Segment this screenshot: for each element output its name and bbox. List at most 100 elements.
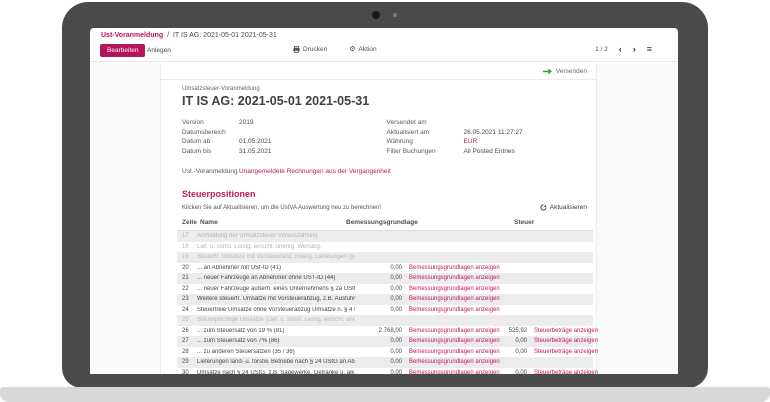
positions-table-body: 17Anmeldung der Umsatzsteuer Vorauszahlu… — [177, 231, 593, 374]
card-body: Umsatzsteuer-Voranmeldung IT IS AG: 2021… — [161, 80, 596, 374]
base-amounts-link[interactable]: Bemessungsgrundlagen anzeigen — [402, 359, 487, 365]
tax-amounts-link[interactable]: Steuerbeträge anzeigen — [527, 328, 593, 334]
breadcrumb: Ust-Voranmeldung / IT IS AG: 2021-05-01 … — [101, 32, 277, 39]
create-button[interactable]: Anlegen — [147, 47, 171, 54]
refresh-hint: Klicken Sie auf Aktualisieren, um die Us… — [182, 205, 381, 211]
app-header: Ust-Voranmeldung / IT IS AG: 2021-05-01 … — [90, 28, 678, 62]
row-name: Steuerfreie Umsätze ohne Vorsteuerabzug … — [197, 307, 355, 313]
field-aktualisiert-am: Aktualisiert am 26.05.2021 11:27:27 — [387, 128, 592, 138]
field-label: Versendet am — [387, 118, 464, 128]
breadcrumb-section[interactable]: Ust-Voranmeldung — [101, 32, 163, 39]
currency-link[interactable]: EUR — [464, 137, 478, 147]
row-name: Umsätze nach § 24 UStG, z.B. Sägewerke, … — [197, 370, 355, 374]
table-row: 17Anmeldung der Umsatzsteuer Vorauszahlu… — [177, 231, 593, 242]
row-zeile: 25 — [177, 317, 197, 323]
row-base-value: 0,00 — [355, 286, 402, 292]
tax-amounts-link[interactable]: Steuerbeträge anzeigen — [527, 349, 593, 355]
row-name: ... zu anderen Steuersätzen (35 / 36) — [197, 349, 355, 355]
field-datum-ab: Datum ab 01.05.2021 — [182, 137, 387, 147]
send-button[interactable]: Versenden — [556, 68, 587, 75]
field-label: Datum bis — [182, 147, 239, 157]
ustva-row: Ust.-Voranmeldung Unangemeldete Rechnung… — [182, 168, 591, 175]
row-zeile: 17 — [177, 233, 197, 239]
field-waehrung: Währung EUR — [387, 137, 592, 147]
fields: Version 2019 Datumsbereich Datum ab 01.0… — [182, 118, 591, 156]
row-name: ... zum Steuersatz von 7% (86) — [197, 338, 355, 344]
row-base-value: 0,00 — [355, 359, 402, 365]
row-base-value: 0,00 — [355, 307, 402, 313]
base-amounts-link[interactable]: Bemessungsgrundlagen anzeigen — [402, 328, 487, 334]
field-value: 31.05.2021 — [239, 147, 272, 157]
print-button[interactable]: Drucken — [293, 46, 327, 53]
row-base-value: 0,00 — [355, 275, 402, 281]
edit-button[interactable]: Bearbeiten — [100, 44, 145, 57]
row-base-value: 2.768,00 — [355, 328, 402, 334]
row-tax-value: 525,92 — [487, 328, 527, 334]
base-amounts-link[interactable]: Bemessungsgrundlagen anzeigen — [402, 307, 487, 313]
pager: 1 / 2 ‹ › ≡ — [595, 45, 652, 53]
row-zeile: 27 — [177, 338, 197, 344]
page-indicator: 1 / 2 — [595, 46, 608, 53]
row-name: Lief. u. sonst. Leistg. einschl. unentg.… — [197, 244, 355, 250]
table-row: 24Steuerfreie Umsätze ohne Vorsteuerabzu… — [177, 305, 593, 316]
camera-led-icon — [393, 13, 397, 17]
row-zeile: 28 — [177, 349, 197, 355]
field-version: Version 2019 — [182, 118, 387, 128]
base-amounts-link[interactable]: Bemessungsgrundlagen anzeigen — [402, 296, 487, 302]
refresh-button[interactable]: Aktualisieren — [540, 204, 587, 211]
row-name: Steuerpflichtige Umsätze (Lief. u. sonst… — [197, 317, 355, 323]
field-datumsbereich: Datumsbereich — [182, 128, 387, 138]
hint-row: Klicken Sie auf Aktualisieren, um die Us… — [182, 204, 591, 211]
page-title: IT IS AG: 2021-05-01 2021-05-31 — [182, 94, 591, 108]
action-label: Aktion — [359, 46, 377, 53]
base-amounts-link[interactable]: Bemessungsgrundlagen anzeigen — [402, 275, 487, 281]
tax-link-label: Steuerbeträge anzeigen — [534, 349, 598, 355]
breadcrumb-separator: / — [167, 32, 169, 39]
base-amounts-link[interactable]: Bemessungsgrundlagen anzeigen — [402, 286, 487, 292]
row-zeile: 21 — [177, 275, 197, 281]
base-amounts-link[interactable]: Bemessungsgrundlagen anzeigen — [402, 370, 487, 374]
table-row: 30Umsätze nach § 24 UStG, z.B. Sägewerke… — [177, 368, 593, 375]
row-zeile: 29 — [177, 359, 197, 365]
action-button[interactable]: ⚙ Aktion — [349, 46, 376, 53]
row-name: ... neuer Fahrzeuge an Abnehmer ohne UST… — [197, 275, 355, 281]
laptop-base — [0, 387, 770, 402]
chevron-right-icon[interactable]: › — [633, 45, 636, 53]
col-steuer: Steuer — [514, 219, 534, 226]
row-name: Weitere steuerfr. Umsätze mit Vorsteuera… — [197, 296, 355, 302]
hamburger-icon[interactable]: ≡ — [647, 45, 652, 53]
row-zeile: 20 — [177, 265, 197, 271]
table-header: Zeile Name Bemessungsgrundlage Steuer — [177, 219, 593, 231]
table-row: 25Steuerpflichtige Umsätze (Lief. u. son… — [177, 315, 593, 326]
tax-amounts-link[interactable]: Steuerbeträge anzeigen — [527, 370, 593, 374]
table-row: 21... neuer Fahrzeuge an Abnehmer ohne U… — [177, 273, 593, 284]
base-amounts-link[interactable]: Bemessungsgrundlagen anzeigen — [402, 265, 487, 271]
row-name: ... neuer Fahrzeuge außerh. eines Untern… — [197, 286, 355, 292]
fields-left: Version 2019 Datumsbereich Datum ab 01.0… — [182, 118, 387, 156]
field-value: 01.05.2021 — [239, 137, 272, 147]
row-zeile: 19 — [177, 254, 197, 260]
table-row: 18Lief. u. sonst. Leistg. einschl. unent… — [177, 242, 593, 253]
row-zeile: 24 — [177, 307, 197, 313]
row-zeile: 26 — [177, 328, 197, 334]
field-label: Datum ab — [182, 137, 239, 147]
row-zeile: 23 — [177, 296, 197, 302]
tax-amounts-link[interactable]: Steuerbeträge anzeigen — [527, 338, 593, 344]
row-tax-value: 0,00 — [487, 349, 527, 355]
base-amounts-link[interactable]: Bemessungsgrundlagen anzeigen — [402, 349, 487, 355]
base-link-label: Bemessungsgrundlagen anzeigen — [409, 265, 500, 271]
base-amounts-link[interactable]: Bemessungsgrundlagen anzeigen — [402, 338, 487, 344]
row-name: Steuerfr. Umsätze mit Vorsteuerabz. inne… — [197, 254, 355, 260]
row-base-value: 0,00 — [355, 370, 402, 374]
page-background: Versenden Umsatzsteuer-Voranmeldung IT I… — [90, 63, 678, 374]
base-link-label: Bemessungsgrundlagen anzeigen — [409, 275, 500, 281]
unreported-invoices-link[interactable]: Unangemeldete Rechnungen aus der Vergang… — [239, 168, 391, 175]
table-row: 20... an Abnehmer mit USt-ID (41)0,00Bem… — [177, 263, 593, 274]
table-row: 29Lieferungen land- u. forstw. Betriebe … — [177, 357, 593, 368]
field-label: Datumsbereich — [182, 128, 239, 138]
refresh-label: Aktualisieren — [550, 204, 587, 211]
row-zeile: 30 — [177, 370, 197, 374]
chevron-left-icon[interactable]: ‹ — [619, 45, 622, 53]
laptop-frame: Ust-Voranmeldung / IT IS AG: 2021-05-01 … — [62, 2, 708, 388]
screen: Ust-Voranmeldung / IT IS AG: 2021-05-01 … — [90, 28, 678, 374]
